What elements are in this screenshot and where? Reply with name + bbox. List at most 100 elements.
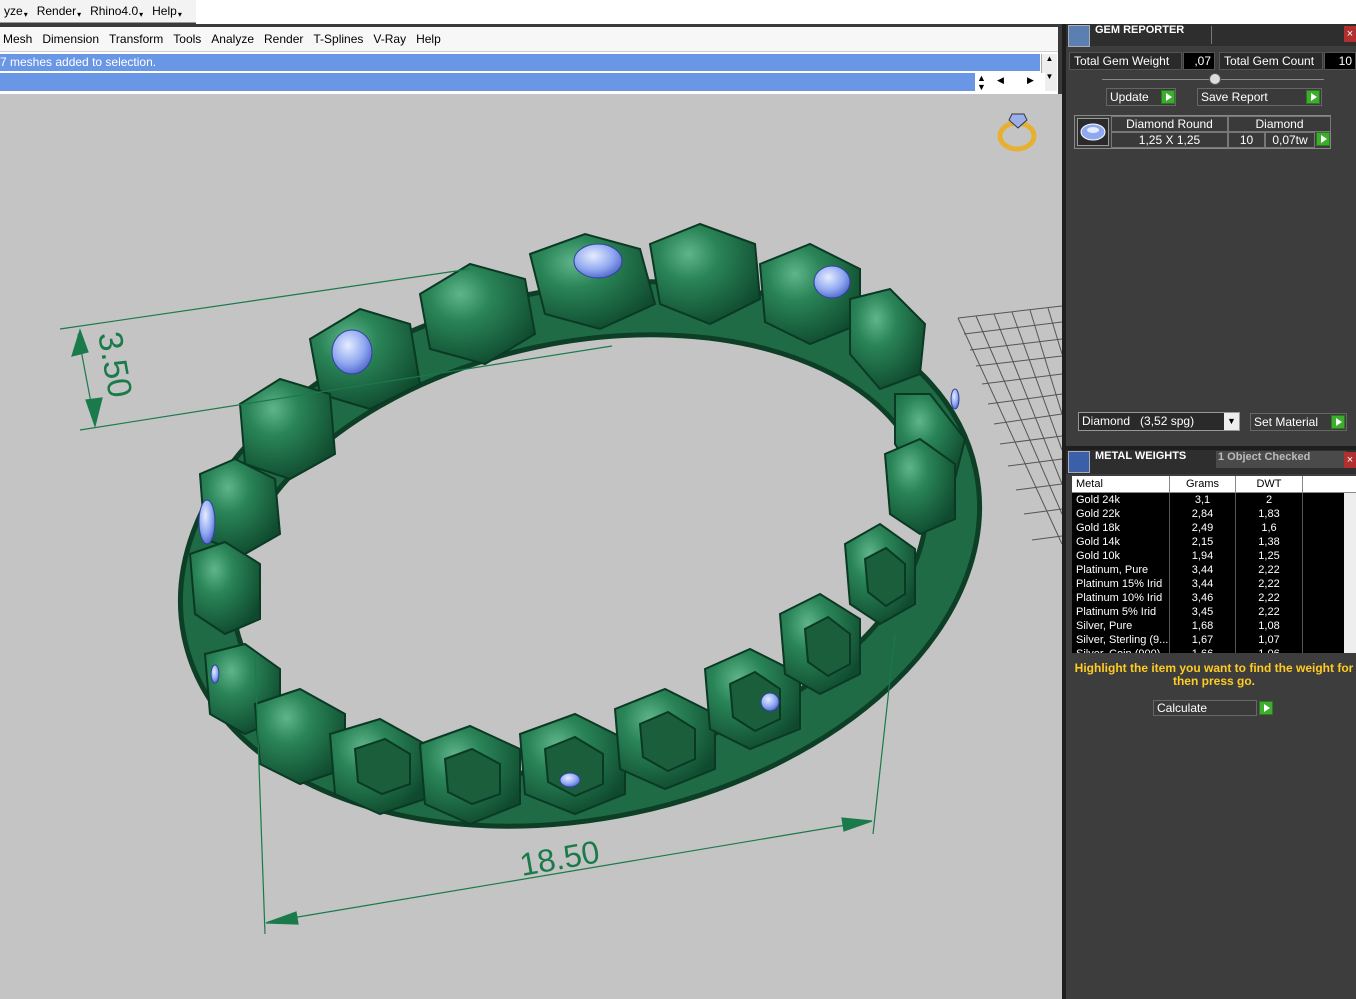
- menu-help[interactable]: Help▾: [148, 4, 187, 19]
- metal-weights-panel: METAL WEIGHTS 1 Object Checked × Metal G…: [1066, 450, 1356, 999]
- cell-dwt: 2,22: [1236, 577, 1303, 591]
- table-row[interactable]: Gold 14k 2,15 1,38: [1072, 535, 1344, 549]
- menu-dimension[interactable]: Dimension: [39, 32, 106, 46]
- command-controls: ▲ ▼ ◀ ▶: [975, 73, 1045, 92]
- table-row[interactable]: Silver, Pure 1,68 1,08: [1072, 619, 1344, 633]
- spin-down-icon[interactable]: ▼: [977, 82, 986, 92]
- cell-dwt: 2: [1236, 493, 1303, 507]
- cell-metal: Gold 24k: [1072, 493, 1170, 507]
- menu-mesh[interactable]: Mesh: [0, 32, 39, 46]
- total-gem-count-value: 10: [1324, 52, 1356, 70]
- cell-grams: 2,15: [1170, 535, 1236, 549]
- cell-metal: Gold 14k: [1072, 535, 1170, 549]
- menu-render-main[interactable]: Render: [261, 32, 310, 46]
- update-button-label: Update: [1110, 90, 1149, 104]
- set-material-label: Set Material: [1254, 415, 1319, 429]
- material-select-name: Diamond: [1082, 414, 1131, 428]
- round-diamond-icon: [1077, 118, 1109, 146]
- cell-metal: Gold 10k: [1072, 549, 1170, 563]
- cell-metal: Silver, Pure: [1072, 619, 1170, 633]
- viewport[interactable]: 3.50 18.50: [0, 94, 1062, 999]
- chevron-down-icon[interactable]: ▼: [1224, 413, 1239, 430]
- cell-grams: 1,67: [1170, 633, 1236, 647]
- cell-dwt: 2,22: [1236, 563, 1303, 577]
- menu-analyze-main[interactable]: Analyze: [208, 32, 261, 46]
- cell-metal: Platinum, Pure: [1072, 563, 1170, 577]
- table-row[interactable]: Gold 22k 2,84 1,83: [1072, 507, 1344, 521]
- save-report-go-icon[interactable]: [1306, 90, 1320, 104]
- cell-dwt: 1,07: [1236, 633, 1303, 647]
- top-strip: [196, 0, 1356, 24]
- cell-dwt: 2,22: [1236, 591, 1303, 605]
- cell-dwt: 1,06: [1236, 647, 1303, 653]
- close-icon[interactable]: ×: [1344, 452, 1356, 468]
- table-row[interactable]: Gold 24k 3,1 2: [1072, 493, 1344, 507]
- menu-help-main[interactable]: Help: [413, 32, 448, 46]
- nav-right-icon[interactable]: ▶: [1027, 75, 1034, 86]
- cell-dwt: 2,22: [1236, 605, 1303, 619]
- menu-tools[interactable]: Tools: [170, 32, 208, 46]
- scroll-up-icon[interactable]: ▲: [1042, 54, 1057, 63]
- cell-metal: Platinum 5% Irid: [1072, 605, 1170, 619]
- calculate-button[interactable]: Calculate: [1153, 700, 1257, 716]
- gem-count: 10: [1228, 132, 1265, 148]
- cell-dwt: 1,08: [1236, 619, 1303, 633]
- gem-reporter-header: GEM REPORTER ×: [1066, 24, 1356, 47]
- main-menu-bar: Mesh Dimension Transform Tools Analyze R…: [0, 27, 1058, 52]
- menu-transform[interactable]: Transform: [106, 32, 170, 46]
- column-metal[interactable]: Metal: [1072, 476, 1170, 492]
- menu-analyze[interactable]: yze▾: [0, 4, 33, 19]
- command-history: 7 meshes added to selection.: [0, 54, 1040, 71]
- calculate-hint: Highlight the item you want to find the …: [1074, 661, 1354, 688]
- cell-grams: 3,44: [1170, 577, 1236, 591]
- menu-vray[interactable]: V-Ray: [370, 32, 413, 46]
- menu-dropdown-arrow-icon: ▾: [77, 9, 82, 19]
- nav-left-icon[interactable]: ◀: [997, 75, 1004, 86]
- cell-grams: 3,45: [1170, 605, 1236, 619]
- cell-metal: Gold 22k: [1072, 507, 1170, 521]
- cell-grams: 2,84: [1170, 507, 1236, 521]
- update-go-icon[interactable]: [1161, 90, 1175, 104]
- table-row[interactable]: Silver, Coin (900)1,661,06: [1072, 647, 1344, 653]
- cell-grams: 3,46: [1170, 591, 1236, 605]
- ring-model[interactable]: [161, 222, 999, 865]
- cell-metal: Silver, Sterling (9...: [1072, 633, 1170, 647]
- column-grams[interactable]: Grams: [1170, 476, 1236, 492]
- table-row[interactable]: Gold 18k 2,49 1,6: [1072, 521, 1344, 535]
- material-select[interactable]: Diamond (3,52 spg) ▼: [1078, 412, 1240, 431]
- gem-weight: 0,07tw: [1265, 132, 1315, 148]
- table-row[interactable]: Platinum 15% Irid 3,44 2,22: [1072, 577, 1344, 591]
- table-row[interactable]: Platinum 10% Irid 3,46 2,22: [1072, 591, 1344, 605]
- top-menu-bar: yze▾ Render▾ Rhino4.0▾ Help▾: [0, 0, 197, 23]
- save-report-button[interactable]: Save Report: [1197, 88, 1322, 106]
- view-ring-icon[interactable]: [997, 113, 1037, 152]
- menu-dropdown-arrow-icon: ▾: [139, 9, 144, 19]
- menu-rhino4[interactable]: Rhino4.0▾: [86, 4, 148, 19]
- cell-dwt: 1,6: [1236, 521, 1303, 535]
- table-row[interactable]: Platinum 5% Irid 3,45 2,22: [1072, 605, 1344, 619]
- command-area: 7 meshes added to selection. ▲ ▼ ▲ ▼ ◀ ▶: [0, 52, 1058, 94]
- column-dwt[interactable]: DWT: [1236, 476, 1303, 492]
- close-icon[interactable]: ×: [1344, 26, 1356, 42]
- command-prompt[interactable]: [0, 73, 1040, 91]
- gem-list-row[interactable]: Diamond Round Diamond 1,25 X 1,25 10 0,0…: [1074, 115, 1331, 149]
- cell-grams: 1,66: [1170, 647, 1236, 653]
- menu-dropdown-arrow-icon: ▾: [177, 9, 182, 19]
- slider-handle[interactable]: [1209, 73, 1221, 85]
- table-row[interactable]: Silver, Sterling (9... 1,67 1,07: [1072, 633, 1344, 647]
- table-row[interactable]: Platinum, Pure 3,44 2,22: [1072, 563, 1344, 577]
- set-material-go-icon[interactable]: [1331, 415, 1345, 429]
- metal-weights-icon: [1068, 451, 1090, 473]
- table-scrollbar[interactable]: [1344, 493, 1356, 653]
- menu-dropdown-arrow-icon: ▾: [23, 9, 28, 19]
- cell-grams: 1,94: [1170, 549, 1236, 563]
- gem-material: Diamond: [1228, 116, 1331, 132]
- table-row[interactable]: Gold 10k 1,94 1,25: [1072, 549, 1344, 563]
- calculate-go-icon[interactable]: [1259, 701, 1273, 715]
- dimension-width-label: 18.50: [517, 834, 602, 883]
- gem-shape: Diamond Round: [1111, 116, 1228, 132]
- cell-dwt: 1,83: [1236, 507, 1303, 521]
- menu-tsplines[interactable]: T-Splines: [310, 32, 370, 46]
- gem-row-go-icon[interactable]: [1316, 132, 1330, 146]
- menu-render[interactable]: Render▾: [33, 4, 86, 19]
